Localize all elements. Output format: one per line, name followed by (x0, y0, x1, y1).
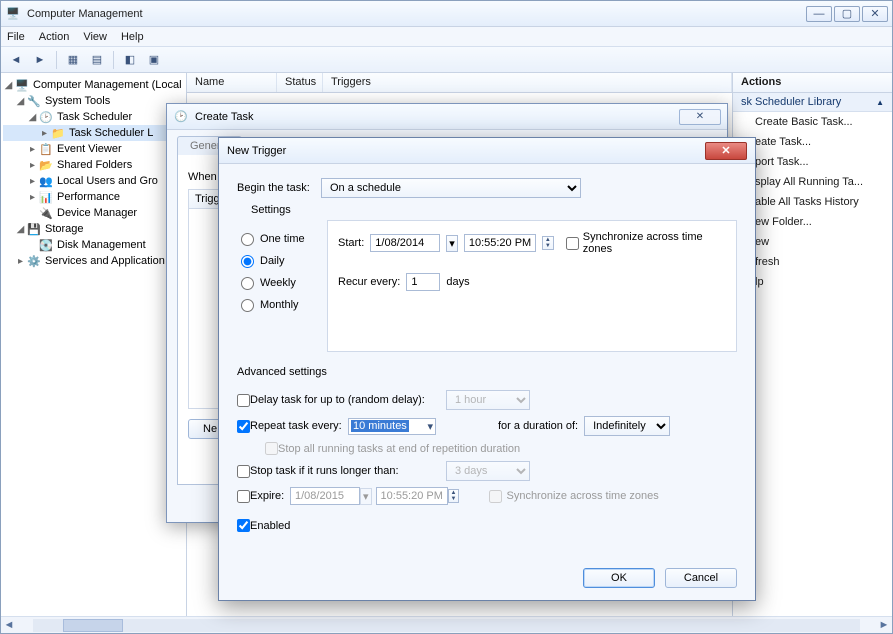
tree-performance[interactable]: ▸📊Performance (3, 189, 184, 205)
app-icon: 🖥️ (5, 6, 21, 22)
calendar-icon[interactable]: ▾ (446, 235, 458, 252)
tree-system-tools[interactable]: ◢🔧System Tools (3, 93, 184, 109)
toolbar-icon[interactable]: ▤ (86, 50, 108, 70)
advanced-settings-label: Advanced settings (237, 366, 737, 378)
duration-select[interactable]: Indefinitely (584, 416, 670, 436)
create-task-close-button[interactable]: ✕ (679, 109, 721, 125)
begin-task-select[interactable]: On a schedule (321, 178, 581, 198)
enabled-label: Enabled (250, 520, 290, 532)
expire-checkbox[interactable] (237, 490, 250, 503)
expire-sync-checkbox: Synchronize across time zones (489, 490, 658, 503)
tree-disk-management[interactable]: 💽Disk Management (3, 237, 184, 253)
new-trigger-dialog: New Trigger ✕ Begin the task: On a sched… (218, 137, 756, 601)
action-view[interactable]: ew (733, 232, 892, 252)
stop-all-label: Stop all running tasks at end of repetit… (278, 443, 520, 455)
close-button[interactable]: ✕ (862, 6, 888, 22)
actions-pane: Actions sk Scheduler Library▲ Create Bas… (732, 73, 892, 616)
stop-all-checkbox (265, 442, 278, 455)
tree-shared-folders[interactable]: ▸📂Shared Folders (3, 157, 184, 173)
menu-action[interactable]: Action (39, 31, 70, 43)
toolbar-icon[interactable]: ▣ (143, 50, 165, 70)
create-task-title: Create Task (195, 111, 679, 123)
tree-root[interactable]: ◢🖥️Computer Management (Local (3, 77, 184, 93)
tree-services-apps[interactable]: ▸⚙️Services and Application (3, 253, 184, 269)
radio-weekly[interactable]: Weekly (241, 272, 327, 294)
new-trigger-title: New Trigger (227, 145, 705, 157)
tree-device-manager[interactable]: 🔌Device Manager (3, 205, 184, 221)
toolbar: ◄ ► ▦ ▤ ◧ ▣ (1, 47, 892, 73)
begin-task-label: Begin the task: (237, 182, 321, 194)
clock-icon: 🕑 (173, 109, 189, 125)
action-create-basic-task[interactable]: Create Basic Task... (733, 112, 892, 132)
nav-tree[interactable]: ◢🖥️Computer Management (Local ◢🔧System T… (1, 73, 187, 616)
new-trigger-close-button[interactable]: ✕ (705, 142, 747, 160)
tree-event-viewer[interactable]: ▸📋Event Viewer (3, 141, 184, 157)
stop-longer-select: 3 days (446, 461, 530, 481)
toolbar-icon[interactable]: ◧ (119, 50, 141, 70)
radio-daily[interactable]: Daily (241, 250, 327, 272)
window-title: Computer Management (27, 8, 806, 20)
menu-view[interactable]: View (83, 31, 107, 43)
toolbar-icon[interactable]: ▦ (62, 50, 84, 70)
list-header: Name Status Triggers (187, 73, 732, 93)
actions-section[interactable]: sk Scheduler Library▲ (733, 93, 892, 112)
stop-longer-label: Stop task if it runs longer than: (250, 465, 446, 477)
col-status[interactable]: Status (277, 73, 323, 92)
delay-label: Delay task for up to (random delay): (250, 394, 446, 406)
radio-monthly[interactable]: Monthly (241, 294, 327, 316)
radio-one-time[interactable]: One time (241, 228, 327, 250)
stop-longer-checkbox[interactable] (237, 465, 250, 478)
menu-file[interactable]: File (7, 31, 25, 43)
cancel-button[interactable]: Cancel (665, 568, 737, 588)
action-help[interactable]: lp (733, 272, 892, 292)
repeat-value-select[interactable]: 10 minutes▾ (348, 418, 436, 435)
menu-help[interactable]: Help (121, 31, 144, 43)
horizontal-scrollbar[interactable]: ◄► (1, 616, 892, 633)
start-date-input[interactable] (370, 234, 440, 252)
tree-storage[interactable]: ◢💾Storage (3, 221, 184, 237)
action-display-running[interactable]: splay All Running Ta... (733, 172, 892, 192)
time-spinner[interactable]: ▲▼ (542, 236, 554, 250)
forward-button[interactable]: ► (29, 50, 51, 70)
repeat-label: Repeat task every: (250, 420, 348, 432)
expire-date-input (290, 487, 360, 505)
menubar: File Action View Help (1, 27, 892, 47)
start-time-input[interactable] (464, 234, 536, 252)
tree-task-scheduler[interactable]: ◢🕑Task Scheduler (3, 109, 184, 125)
ok-button[interactable]: OK (583, 568, 655, 588)
maximize-button[interactable]: ▢ (834, 6, 860, 22)
col-name[interactable]: Name (187, 73, 277, 92)
delay-checkbox[interactable] (237, 394, 250, 407)
tree-task-scheduler-library[interactable]: ▸📁Task Scheduler L (3, 125, 184, 141)
action-new-folder[interactable]: ew Folder... (733, 212, 892, 232)
new-trigger-titlebar: New Trigger ✕ (219, 138, 755, 164)
action-enable-history[interactable]: able All Tasks History (733, 192, 892, 212)
recur-unit: days (446, 276, 469, 288)
back-button[interactable]: ◄ (5, 50, 27, 70)
expire-label: Expire: (250, 490, 290, 502)
schedule-type-radios: One time Daily Weekly Monthly (237, 220, 327, 352)
expire-time-input (376, 487, 448, 505)
start-label: Start: (338, 237, 364, 249)
action-create-task[interactable]: eate Task... (733, 132, 892, 152)
recur-value-input[interactable] (406, 273, 440, 291)
enabled-checkbox[interactable] (237, 519, 250, 532)
minimize-button[interactable]: — (806, 6, 832, 22)
create-task-titlebar: 🕑 Create Task ✕ (167, 104, 727, 130)
duration-label: for a duration of: (498, 420, 578, 432)
action-import-task[interactable]: port Task... (733, 152, 892, 172)
tree-local-users[interactable]: ▸👥Local Users and Gro (3, 173, 184, 189)
actions-header: Actions (733, 73, 892, 93)
titlebar: 🖥️ Computer Management — ▢ ✕ (1, 1, 892, 27)
schedule-box: Start: ▾ ▲▼ Synchronize across time zone… (327, 220, 737, 352)
sync-tz-checkbox[interactable]: Synchronize across time zones (566, 231, 726, 255)
expire-time-spinner: ▲▼ (448, 489, 460, 503)
col-triggers[interactable]: Triggers (323, 73, 732, 92)
action-refresh[interactable]: fresh (733, 252, 892, 272)
settings-label: Settings (251, 204, 737, 216)
repeat-checkbox[interactable] (237, 420, 250, 433)
recur-label: Recur every: (338, 276, 400, 288)
delay-value-select: 1 hour (446, 390, 530, 410)
